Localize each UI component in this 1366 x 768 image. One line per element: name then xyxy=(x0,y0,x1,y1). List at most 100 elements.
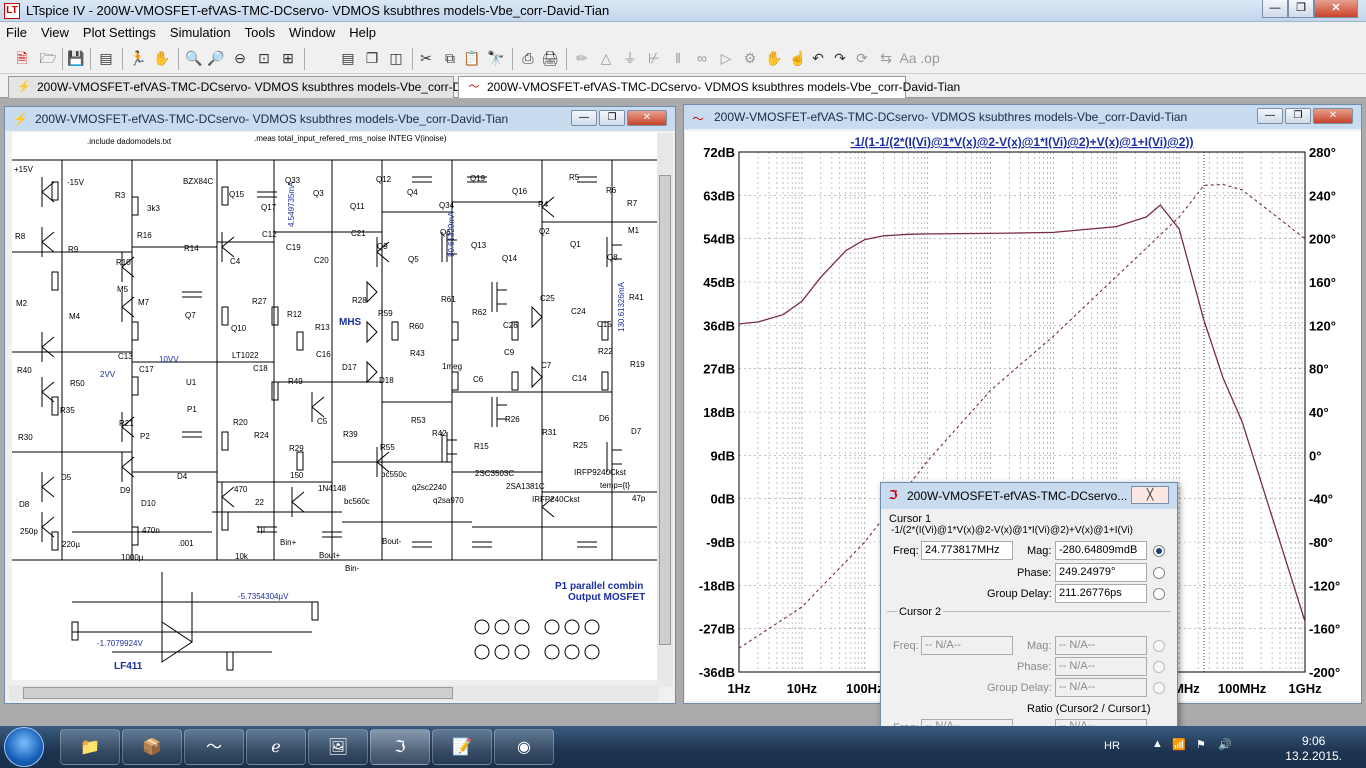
save-icon[interactable]: 💾 xyxy=(66,48,86,68)
scope-taskbar-icon[interactable]: 〜 xyxy=(184,729,244,765)
viewer-taskbar-icon[interactable]: 🖼 xyxy=(308,729,368,765)
move-icon[interactable]: ✋ xyxy=(764,48,784,68)
print-icon[interactable]: 🖨 xyxy=(540,48,560,68)
cursor1-phase-field[interactable]: 249.24979° xyxy=(1055,563,1147,582)
drag-icon[interactable]: ☝ xyxy=(788,48,808,68)
zoom-out-icon[interactable]: ⊖ xyxy=(230,48,250,68)
cursor2-mag-field[interactable]: -- N/A-- xyxy=(1055,636,1147,655)
part-label: R3 xyxy=(115,191,126,200)
pan-hand-icon[interactable]: ✋ xyxy=(152,48,172,68)
schematic-close-button[interactable]: ✕ xyxy=(627,110,667,126)
schematic-maximize-button[interactable]: ❐ xyxy=(599,110,625,126)
tile-vertical-icon[interactable]: ◫ xyxy=(386,48,406,68)
cursor2-gd-radio[interactable] xyxy=(1153,682,1165,694)
open-folder-icon[interactable]: 🗁 xyxy=(38,48,58,68)
cursor1-group-delay-field[interactable]: 211.26776ps xyxy=(1055,584,1147,603)
spice-directive-icon[interactable]: .op xyxy=(920,48,940,68)
notes-taskbar-icon[interactable]: 📝 xyxy=(432,729,492,765)
cursor1-mag-radio[interactable] xyxy=(1153,545,1165,557)
volume-icon[interactable]: 🔊 xyxy=(1218,738,1232,751)
close-button[interactable]: ✕ xyxy=(1314,0,1358,18)
ground-icon[interactable]: ⏚ xyxy=(620,48,640,68)
menu-window[interactable]: Window xyxy=(283,22,343,42)
find-icon[interactable]: 🔭 xyxy=(486,48,506,68)
cursor2-mag-radio[interactable] xyxy=(1153,640,1165,652)
flag-icon[interactable]: ⚑ xyxy=(1196,738,1206,751)
text-icon[interactable]: Aa xyxy=(898,48,918,68)
zoom-in-icon[interactable]: 🔍 xyxy=(184,48,204,68)
cursor1-phase-radio[interactable] xyxy=(1153,567,1165,579)
left-axis-tick: 45dB xyxy=(703,275,735,290)
setup-taskbar-icon[interactable]: 📦 xyxy=(122,729,182,765)
menu-tools[interactable]: Tools xyxy=(239,22,283,42)
cursor-dialog-close-button[interactable]: ╳ xyxy=(1131,486,1169,504)
meas-directive[interactable]: .meas total_input_refered_rms_noise INTE… xyxy=(254,134,447,143)
inductor-icon[interactable]: ∞ xyxy=(692,48,712,68)
schematic-minimize-button[interactable]: — xyxy=(571,110,597,126)
tab-schematic[interactable]: ⚡ 200W-VMOSFET-efVAS-TMC-DCservo- VDMOS … xyxy=(8,76,510,98)
cursor2-phase-field[interactable]: -- N/A-- xyxy=(1055,657,1147,676)
component-icon[interactable]: ⚙ xyxy=(740,48,760,68)
ltspice-taskbar-icon[interactable]: ℑ xyxy=(370,729,430,765)
schematic-hscroll-thumb[interactable] xyxy=(23,687,453,699)
cursor2-phase-radio[interactable] xyxy=(1153,661,1165,673)
trace-expression[interactable]: -1/(1-1/(2*(I(Vi)@1*V(x)@2-V(x)@1*I(Vi)@… xyxy=(851,135,1194,149)
copy-icon[interactable]: ⧉ xyxy=(440,48,460,68)
cursor1-gd-radio[interactable] xyxy=(1153,588,1165,600)
menu-plot-settings[interactable]: Plot Settings xyxy=(77,22,164,42)
ie-taskbar-icon[interactable]: ℯ xyxy=(246,729,306,765)
cascade-icon[interactable]: ❐ xyxy=(362,48,382,68)
app-taskbar-icon[interactable]: ◉ xyxy=(494,729,554,765)
menu-simulation[interactable]: Simulation xyxy=(164,22,239,42)
cut-icon[interactable]: ✂ xyxy=(416,48,436,68)
capacitor-icon[interactable]: ‖ xyxy=(668,48,688,68)
autorange-icon[interactable]: ⊞ xyxy=(278,48,298,68)
tab-waveform[interactable]: 〜 200W-VMOSFET-efVAS-TMC-DCservo- VDMOS … xyxy=(458,76,960,99)
waveform-maximize-button[interactable]: ❐ xyxy=(1285,108,1311,124)
waveform-close-button[interactable]: ✕ xyxy=(1313,108,1353,124)
paste-icon[interactable]: 📋 xyxy=(462,48,482,68)
clock[interactable]: 9:06 13.2.2015. xyxy=(1285,734,1342,764)
maximize-button[interactable]: ❐ xyxy=(1288,0,1314,18)
tile-horizontal-icon[interactable]: ▤ xyxy=(338,48,358,68)
part-label: -15V xyxy=(67,178,85,187)
menu-view[interactable]: View xyxy=(35,22,77,42)
label-net-icon[interactable]: △ xyxy=(596,48,616,68)
network-icon[interactable]: 📶 xyxy=(1172,738,1186,751)
waveform-minimize-button[interactable]: — xyxy=(1257,108,1283,124)
schematic-vscroll-thumb[interactable] xyxy=(659,175,671,645)
include-directive[interactable]: .include dadomodels.txt xyxy=(87,137,172,146)
cursor2-group-delay-field[interactable]: -- N/A-- xyxy=(1055,678,1147,697)
schematic-window-titlebar[interactable]: ⚡ 200W-VMOSFET-efVAS-TMC-DCservo- VDMOS … xyxy=(5,107,675,131)
right-axis-tick: -200° xyxy=(1309,665,1340,680)
open-file-icon[interactable]: 🗎 xyxy=(12,48,32,68)
menu-file[interactable]: File xyxy=(0,22,35,42)
wire-icon[interactable]: ✏ xyxy=(572,48,592,68)
language-indicator[interactable]: HR xyxy=(1104,740,1120,752)
run-icon[interactable]: 🏃 xyxy=(128,48,148,68)
cursor2-freq-field[interactable]: -- N/A-- xyxy=(921,636,1013,655)
undo-icon[interactable]: ↶ xyxy=(808,48,828,68)
explorer-taskbar-icon[interactable]: 📁 xyxy=(60,729,120,765)
show-hidden-icon[interactable]: ▲ xyxy=(1152,738,1163,750)
left-axis-tick: -9dB xyxy=(706,535,735,550)
resistor-icon[interactable]: ⊬ xyxy=(644,48,664,68)
cursor1-freq-field[interactable]: 24.773817MHz xyxy=(921,541,1013,560)
waveform-window-titlebar[interactable]: 〜 200W-VMOSFET-efVAS-TMC-DCservo- VDMOS … xyxy=(684,105,1361,129)
zoom-fit-icon[interactable]: ⊡ xyxy=(254,48,274,68)
start-button[interactable] xyxy=(4,727,44,767)
schematic-hscrollbar[interactable] xyxy=(9,685,659,701)
diode-icon[interactable]: ▷ xyxy=(716,48,736,68)
control-panel-icon[interactable]: ▤ xyxy=(96,48,116,68)
zoom-pan-icon[interactable]: 🔎 xyxy=(206,48,226,68)
schematic-canvas[interactable]: .include dadomodels.txt .meas total_inpu… xyxy=(12,132,657,680)
rotate-icon[interactable]: ⟳ xyxy=(852,48,872,68)
cursor-dialog-titlebar[interactable]: ℑ 200W-VMOSFET-efVAS-TMC-DCservo... ╳ xyxy=(881,483,1177,509)
cursor1-mag-field[interactable]: -280.64809mdB xyxy=(1055,541,1147,560)
redo-icon[interactable]: ↷ xyxy=(830,48,850,68)
mirror-icon[interactable]: ⇆ xyxy=(876,48,896,68)
print-setup-icon[interactable]: ⎙ xyxy=(518,48,538,68)
minimize-button[interactable]: — xyxy=(1262,0,1288,18)
menu-help[interactable]: Help xyxy=(343,22,384,42)
schematic-vscrollbar[interactable] xyxy=(657,133,673,687)
